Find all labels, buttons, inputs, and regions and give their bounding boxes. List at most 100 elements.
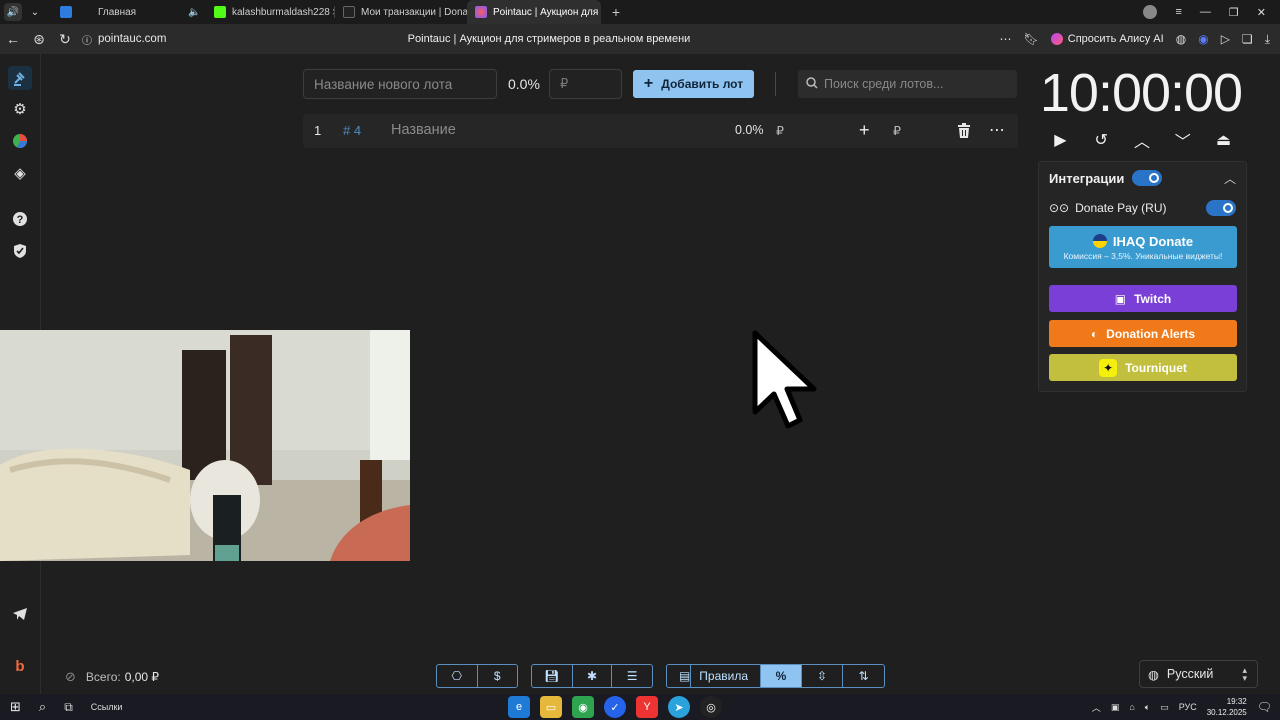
new-lot-amount-input[interactable]: ₽: [549, 69, 622, 99]
search-icon[interactable]: ⌕: [39, 699, 46, 715]
settings-icon[interactable]: ⚙: [8, 97, 32, 121]
edge-icon[interactable]: e: [508, 696, 530, 718]
telegram-app-icon[interactable]: ➤: [668, 696, 690, 718]
back-icon[interactable]: ←: [0, 26, 26, 52]
links-toolbar[interactable]: Ссылки: [91, 702, 123, 712]
sort-icon[interactable]: ⇅: [843, 665, 884, 687]
donation-alerts-label: Donation Alerts: [1106, 326, 1196, 341]
layers-icon[interactable]: ◈: [8, 161, 32, 185]
github-icon[interactable]: ⎔: [437, 665, 478, 687]
integrations-toggle[interactable]: [1132, 170, 1162, 186]
select-arrows-icon: ▴ ▾: [1242, 665, 1247, 683]
obs-icon[interactable]: ◎: [700, 696, 722, 718]
site-info-icon[interactable]: ⓘ: [82, 32, 92, 47]
add-amount-icon[interactable]: +: [859, 120, 870, 141]
compress-icon[interactable]: ⇳: [802, 665, 843, 687]
chevron-up-icon[interactable]: ︿: [1130, 128, 1154, 152]
minimize-icon[interactable]: —: [1200, 6, 1211, 18]
notifications-icon[interactable]: 🗨︎: [1257, 700, 1272, 714]
restore-icon[interactable]: ❐: [1229, 6, 1239, 19]
extension-icon[interactable]: ◉: [1198, 32, 1208, 46]
more-icon[interactable]: ⋯: [1000, 32, 1012, 46]
total-label: Всего:: [85, 670, 121, 684]
yandex-browser-icon[interactable]: Y: [636, 696, 658, 718]
more-icon[interactable]: ⋯: [989, 120, 1005, 140]
tabs-icon[interactable]: ❏: [1242, 32, 1253, 46]
boosty-icon[interactable]: b: [8, 654, 32, 678]
globe-icon[interactable]: ◍: [1176, 32, 1186, 46]
tab-label: Главная: [98, 6, 137, 18]
play-icon[interactable]: ▶: [1048, 128, 1072, 152]
chevron-down-icon[interactable]: ⌄: [26, 3, 44, 21]
chevron-up-icon[interactable]: ︿: [1224, 170, 1236, 187]
lot-amount-input[interactable]: ₽: [776, 123, 784, 138]
url-field[interactable]: ⓘ pointauc.com: [82, 32, 166, 47]
stats-icon[interactable]: [8, 129, 32, 153]
bookmark-icon[interactable]: 🔖︎: [1024, 32, 1039, 46]
save-icon[interactable]: 💾︎: [532, 665, 573, 687]
rules-button[interactable]: ▤ Правила: [667, 665, 761, 687]
lot-search-input[interactable]: Поиск среди лотов...: [798, 70, 1017, 98]
tab-video[interactable]: [48, 0, 90, 24]
video-icon: [60, 6, 72, 18]
reset-icon[interactable]: ↺: [1089, 128, 1113, 152]
chrome-icon[interactable]: ◉: [572, 696, 594, 718]
total-sum: ⊘ Всего: 0,00 ₽: [65, 669, 159, 685]
lot-add-amount-input[interactable]: ₽: [893, 123, 901, 138]
reload-icon[interactable]: ↻: [52, 26, 78, 52]
yandex-icon[interactable]: ⊛: [26, 26, 52, 52]
network-icon[interactable]: ⌂: [1129, 702, 1134, 712]
twitch-button[interactable]: ▣ Twitch: [1049, 285, 1237, 312]
ihaq-donate-button[interactable]: IHAQ Donate Комиссия – 3,5%. Уникальные …: [1049, 226, 1237, 268]
input-language[interactable]: РУС: [1179, 702, 1197, 712]
bug-icon[interactable]: ✱: [573, 665, 613, 687]
ihaq-logo-icon: [1092, 234, 1107, 248]
tab-pointauc[interactable]: Pointauc | Аукцион для ✕: [467, 0, 601, 24]
trash-icon[interactable]: [957, 123, 971, 139]
double-chevron-up-icon[interactable]: ⏏: [1212, 128, 1236, 152]
auction-icon[interactable]: [8, 66, 32, 90]
tab-donate[interactable]: Мои транзакции | Donate: [335, 0, 467, 24]
language-select[interactable]: ◍ Русский ▴ ▾: [1139, 660, 1258, 688]
menu-icon[interactable]: ≡: [1175, 6, 1181, 18]
eye-off-icon[interactable]: ⊘: [65, 669, 76, 685]
lot-name-input[interactable]: Название: [391, 122, 456, 138]
tab-mute[interactable]: 🔈✕: [180, 0, 206, 24]
shield-icon[interactable]: [8, 239, 32, 263]
tray-app-icon[interactable]: ▣: [1111, 702, 1120, 713]
clear-list-icon[interactable]: ☰: [612, 665, 652, 687]
tourniquet-icon: ✦: [1099, 358, 1118, 377]
percent-button[interactable]: %: [761, 665, 802, 687]
tab-home[interactable]: Главная: [90, 0, 180, 24]
new-tab-button[interactable]: +: [607, 3, 625, 21]
dollar-icon[interactable]: $: [478, 665, 518, 687]
chevron-down-icon[interactable]: ﹀: [1171, 128, 1195, 152]
tourniquet-button[interactable]: ✦ Tourniquet: [1049, 354, 1237, 381]
volume-icon[interactable]: 🔈︎: [1145, 702, 1150, 713]
svg-text:?: ?: [17, 214, 24, 226]
donate-pay-toggle[interactable]: [1206, 200, 1236, 216]
clock-date: 30.12.2025: [1206, 708, 1247, 717]
help-icon[interactable]: ?: [8, 207, 32, 231]
donate-pay-icon: ⊙⊙: [1049, 201, 1070, 215]
sound-icon[interactable]: 🔊: [4, 3, 22, 21]
tick-app-icon[interactable]: ✓: [604, 696, 626, 718]
alice-button[interactable]: Спросить Алису AI: [1050, 33, 1164, 45]
battery-icon[interactable]: ▭: [1160, 702, 1169, 713]
windows-start-icon[interactable]: ⊞: [10, 699, 21, 715]
close-window-icon[interactable]: ✕: [1257, 6, 1266, 19]
telegram-icon[interactable]: [8, 602, 32, 626]
explorer-icon[interactable]: ▭: [540, 696, 562, 718]
profile-avatar[interactable]: [1143, 5, 1158, 19]
play-icon[interactable]: ▷: [1221, 32, 1230, 46]
taskbar-apps: e ▭ ◉ ✓ Y ➤ ◎: [508, 696, 722, 718]
donation-alerts-button[interactable]: ◐ Donation Alerts: [1049, 320, 1237, 347]
task-view-icon[interactable]: ⧉: [64, 700, 73, 715]
download-icon[interactable]: ⤓: [1265, 32, 1270, 47]
tab-kick[interactable]: kalashburmaldash228 Stre: [206, 0, 334, 24]
tourniquet-label: Tourniquet: [1125, 360, 1187, 375]
tray-chevron-up-icon[interactable]: ︿: [1092, 701, 1101, 714]
new-lot-name-input[interactable]: Название нового лота: [303, 69, 497, 99]
taskbar-clock[interactable]: 19:32 30.12.2025: [1207, 696, 1247, 718]
add-lot-button[interactable]: + Добавить лот: [633, 70, 754, 98]
